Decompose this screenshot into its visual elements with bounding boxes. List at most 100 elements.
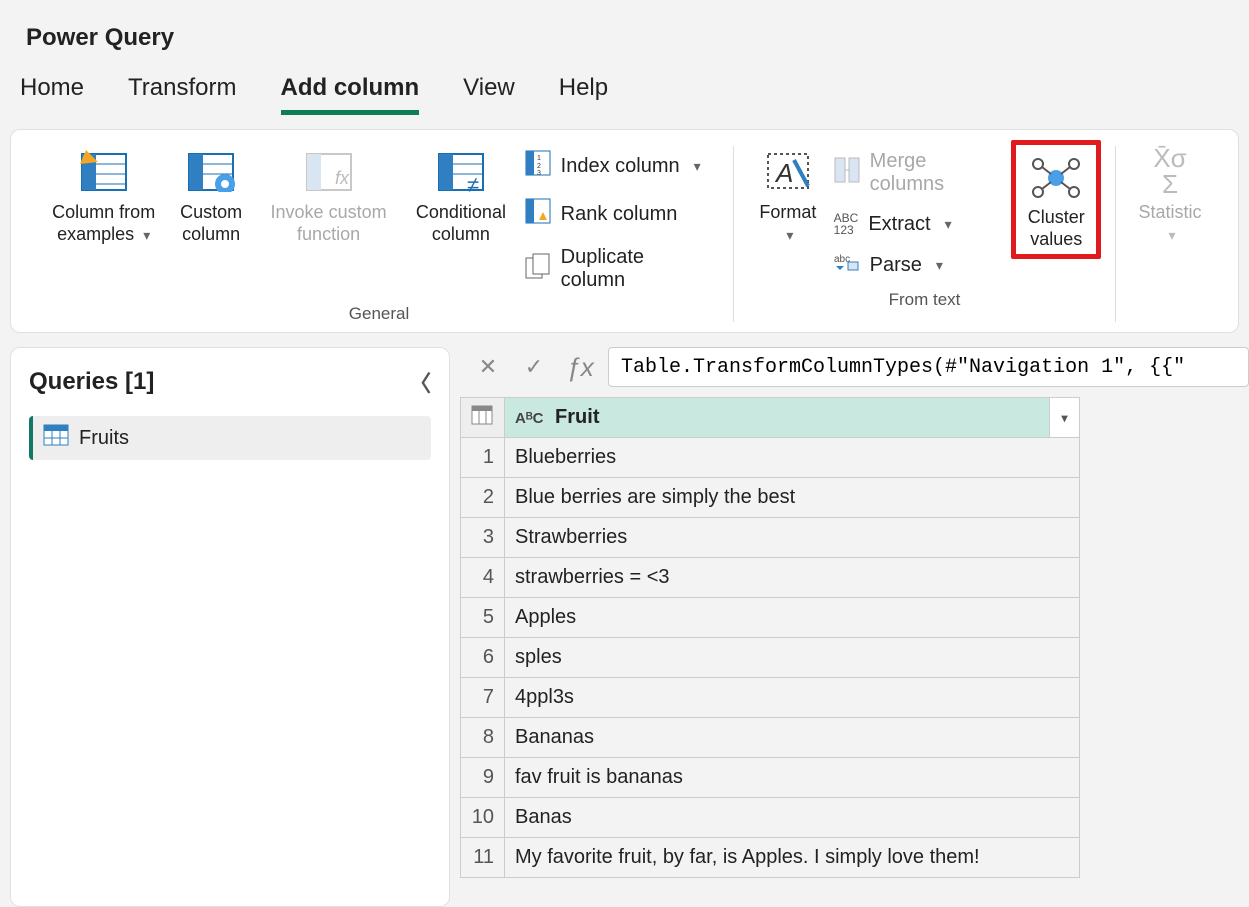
chevron-down-icon: ▾ [694,158,701,175]
ribbon-tabs: Home Transform Add column View Help [0,68,1249,115]
chevron-down-icon: ▾ [1169,227,1176,243]
row-number[interactable]: 11 [461,838,505,878]
table-row[interactable]: 4strawberries = <3 [461,558,1080,598]
row-number[interactable]: 1 [461,438,505,478]
cell-value[interactable]: Blueberries [505,438,1080,478]
table-row[interactable]: 9fav fruit is bananas [461,758,1080,798]
label: Statistic [1139,202,1202,222]
cell-value[interactable]: Bananas [505,718,1080,758]
column-from-examples-icon [80,144,128,198]
ribbon-group-from-text: A Format ▾ Merge columns ABC123 Extract ▾ [738,136,1111,332]
data-grid: AᴮC Fruit ▾ 1Blueberries2Blue berries ar… [460,397,1080,878]
app-title: Power Query [0,0,1249,68]
tab-view[interactable]: View [463,68,515,115]
label: Column from examples [52,202,155,244]
label: Duplicate column [561,246,713,292]
table-row[interactable]: 74ppl3s [461,678,1080,718]
table-icon [43,424,69,452]
svg-text:A: A [774,158,793,188]
duplicate-column-button[interactable]: Duplicate column [519,240,719,298]
invoke-custom-function-button: fx Invoke custom function [254,140,403,249]
cell-value[interactable]: 4ppl3s [505,678,1080,718]
tab-home[interactable]: Home [20,68,84,115]
svg-text:≠: ≠ [467,172,479,192]
table-row[interactable]: 3Strawberries [461,518,1080,558]
row-number[interactable]: 7 [461,678,505,718]
label: Conditional column [405,202,516,245]
table-row[interactable]: 10Banas [461,798,1080,838]
conditional-column-button[interactable]: ≠ Conditional column [403,140,518,249]
table-row[interactable]: 2Blue berries are simply the best [461,478,1080,518]
column-filter-button[interactable]: ▾ [1049,398,1079,437]
rank-column-button[interactable]: Rank column [519,192,719,236]
collapse-panel-icon[interactable]: 〈 [409,366,431,398]
statistics-button: X̄σΣ Statistic ▾ [1130,140,1210,249]
custom-column-button[interactable]: Custom column [168,140,254,249]
label: Custom column [170,202,252,245]
label: Rank column [561,203,678,226]
cell-value[interactable]: fav fruit is bananas [505,758,1080,798]
chevron-down-icon: ▾ [936,257,943,274]
cell-value[interactable]: Blue berries are simply the best [505,478,1080,518]
table-row[interactable]: 6sples [461,638,1080,678]
column-header-fruit[interactable]: AᴮC Fruit ▾ [505,398,1080,438]
cell-value[interactable]: sples [505,638,1080,678]
cell-value[interactable]: Banas [505,798,1080,838]
queries-panel: Queries [1] 〈 Fruits [10,347,450,907]
cancel-formula-button[interactable]: ✕ [470,349,506,385]
row-number[interactable]: 5 [461,598,505,638]
query-item-fruits[interactable]: Fruits [29,416,431,460]
column-type-icon: AᴮC [515,410,543,427]
merge-columns-icon [834,157,860,189]
parse-icon: abc [834,252,860,278]
cell-value[interactable]: My favorite fruit, by far, is Apples. I … [505,838,1080,878]
index-column-button[interactable]: 123 Index column ▾ [519,144,719,188]
svg-text:3: 3 [537,170,541,176]
ribbon: Column from examples ▾ Custom column [10,129,1239,333]
row-number[interactable]: 2 [461,478,505,518]
svg-text:2: 2 [537,163,541,170]
accept-formula-button[interactable]: ✓ [516,349,552,385]
parse-button[interactable]: abc Parse ▾ [828,246,1012,284]
row-number[interactable]: 3 [461,518,505,558]
table-row[interactable]: 8Bananas [461,718,1080,758]
chevron-down-icon: ▾ [786,227,793,243]
row-number[interactable]: 9 [461,758,505,798]
extract-icon: ABC123 [834,212,859,236]
tab-help[interactable]: Help [559,68,608,115]
format-button[interactable]: A Format ▾ [748,140,828,249]
tab-transform[interactable]: Transform [128,68,236,115]
cell-value[interactable]: Apples [505,598,1080,638]
merge-columns-button: Merge columns [828,144,1012,202]
cell-value[interactable]: strawberries = <3 [505,558,1080,598]
rank-column-icon [525,198,551,230]
extract-button[interactable]: ABC123 Extract ▾ [828,206,1012,242]
row-number[interactable]: 10 [461,798,505,838]
conditional-column-icon: ≠ [437,144,485,198]
cluster-values-button[interactable]: Cluster values [1011,140,1101,259]
label: Format [759,202,816,222]
label: Cluster values [1018,207,1094,250]
ribbon-group-stats: X̄σΣ Statistic ▾ [1120,136,1220,332]
duplicate-column-icon [525,253,551,285]
formula-input[interactable] [608,347,1249,387]
column-from-examples-button[interactable]: Column from examples ▾ [39,140,168,249]
svg-text:fx: fx [335,168,350,188]
group-label-from-text: From text [889,290,961,310]
tab-add-column[interactable]: Add column [281,68,420,115]
ribbon-group-general: Column from examples ▾ Custom column [29,136,729,332]
table-row[interactable]: 11My favorite fruit, by far, is Apples. … [461,838,1080,878]
table-row[interactable]: 1Blueberries [461,438,1080,478]
index-column-icon: 123 [525,150,551,182]
cell-value[interactable]: Strawberries [505,518,1080,558]
row-number[interactable]: 6 [461,638,505,678]
queries-title: Queries [1] [29,368,154,396]
svg-text:1: 1 [537,155,541,162]
row-number[interactable]: 8 [461,718,505,758]
select-all-corner[interactable] [461,398,505,438]
query-name: Fruits [79,427,129,450]
statistics-icon: X̄σΣ [1153,144,1186,198]
table-row[interactable]: 5Apples [461,598,1080,638]
group-label-general: General [349,304,409,324]
row-number[interactable]: 4 [461,558,505,598]
